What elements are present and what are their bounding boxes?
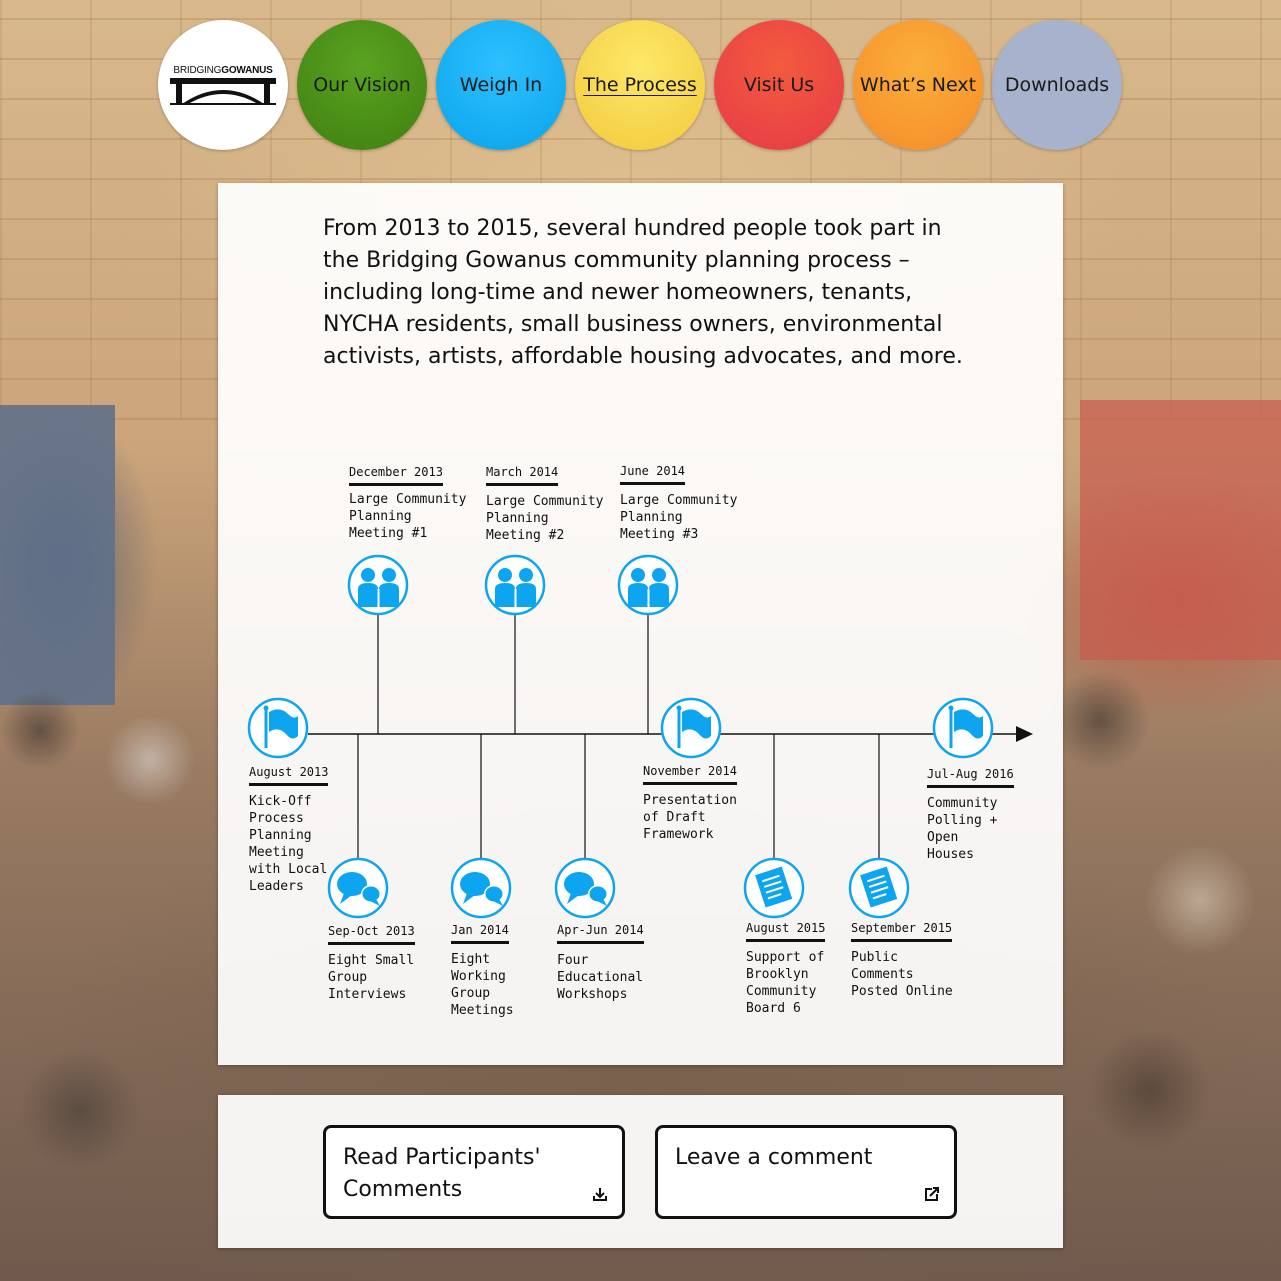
- timeline-arrow-icon: [1016, 726, 1033, 742]
- bridge-logo-icon: [170, 77, 276, 105]
- red-partition: [1080, 400, 1281, 660]
- download-icon: [593, 1188, 607, 1201]
- process-panel: From 2013 to 2015, several hundred peopl…: [218, 183, 1063, 1065]
- read-comments-label: Read Participants' Comments: [343, 1145, 541, 1202]
- nav-whats-next[interactable]: What’s Next: [853, 20, 983, 150]
- event-icon-flag: [247, 697, 309, 759]
- event-icon-document: [848, 857, 910, 919]
- nav-visit-us[interactable]: Visit Us: [714, 20, 844, 150]
- event-icon-flag: [932, 697, 994, 759]
- event-icon-people: [347, 554, 409, 616]
- event-description: Kick-Off Process Planning Meeting with L…: [249, 794, 328, 894]
- nav-downloads[interactable]: Downloads: [992, 20, 1122, 150]
- nav-the-process[interactable]: The Process: [575, 20, 705, 150]
- event-description: Four Educational Workshops: [557, 953, 644, 1002]
- event-icon-chat: [327, 857, 389, 919]
- event-date: March 2014: [486, 465, 559, 486]
- event-description: Eight Small Group Interviews: [328, 953, 415, 1002]
- leave-comment-button[interactable]: Leave a comment: [655, 1125, 957, 1219]
- event-date: Jan 2014: [451, 923, 509, 944]
- logo-home-link[interactable]: BRIDGINGGOWANUS: [158, 20, 288, 150]
- nav-weigh-in[interactable]: Weigh In: [436, 20, 566, 150]
- event-date: Jul-Aug 2016: [927, 767, 1014, 788]
- event-date: November 2014: [643, 764, 737, 785]
- nav-label: Visit Us: [743, 74, 815, 96]
- event-description: Eight Working Group Meetings: [451, 952, 514, 1018]
- event-description: Presentation of Draft Framework: [643, 793, 737, 842]
- nav-our-vision[interactable]: Our Vision: [297, 20, 427, 150]
- event-icon-people: [484, 554, 546, 616]
- logo-text: BRIDGINGGOWANUS: [173, 64, 273, 76]
- event-description: Community Polling + Open Houses: [927, 796, 998, 862]
- event-icon-chat: [450, 857, 512, 919]
- leave-comment-label: Leave a comment: [675, 1145, 873, 1170]
- event-date: September 2015: [851, 921, 953, 942]
- nav-label: Our Vision: [313, 74, 411, 96]
- nav-label: What’s Next: [859, 74, 977, 96]
- event-icon-chat: [554, 857, 616, 919]
- event-icon-document: [743, 857, 805, 919]
- event-date: Apr-Jun 2014: [557, 923, 644, 944]
- event-icon-flag: [660, 697, 722, 759]
- event-description: Public Comments Posted Online: [851, 950, 953, 999]
- external-link-icon: [925, 1187, 939, 1201]
- event-date: June 2014: [620, 464, 686, 485]
- event-description: Large Community Planning Meeting #2: [486, 494, 604, 543]
- actions-panel: Read Participants' Comments Leave a comm…: [218, 1095, 1063, 1248]
- event-date: Sep-Oct 2013: [328, 924, 415, 945]
- nav-label: Downloads: [1004, 74, 1110, 96]
- event-description: Large Community Planning Meeting #1: [349, 492, 467, 541]
- event-date: August 2013: [249, 765, 329, 786]
- event-date: December 2013: [349, 465, 443, 486]
- event-description: Large Community Planning Meeting #3: [620, 493, 738, 542]
- event-icon-people: [617, 554, 679, 616]
- nav-label: Weigh In: [459, 74, 543, 96]
- nav-label: The Process: [583, 74, 697, 96]
- read-comments-button[interactable]: Read Participants' Comments: [323, 1125, 625, 1219]
- event-description: Support of Brooklyn Community Board 6: [746, 950, 825, 1016]
- event-date: August 2015: [746, 921, 826, 942]
